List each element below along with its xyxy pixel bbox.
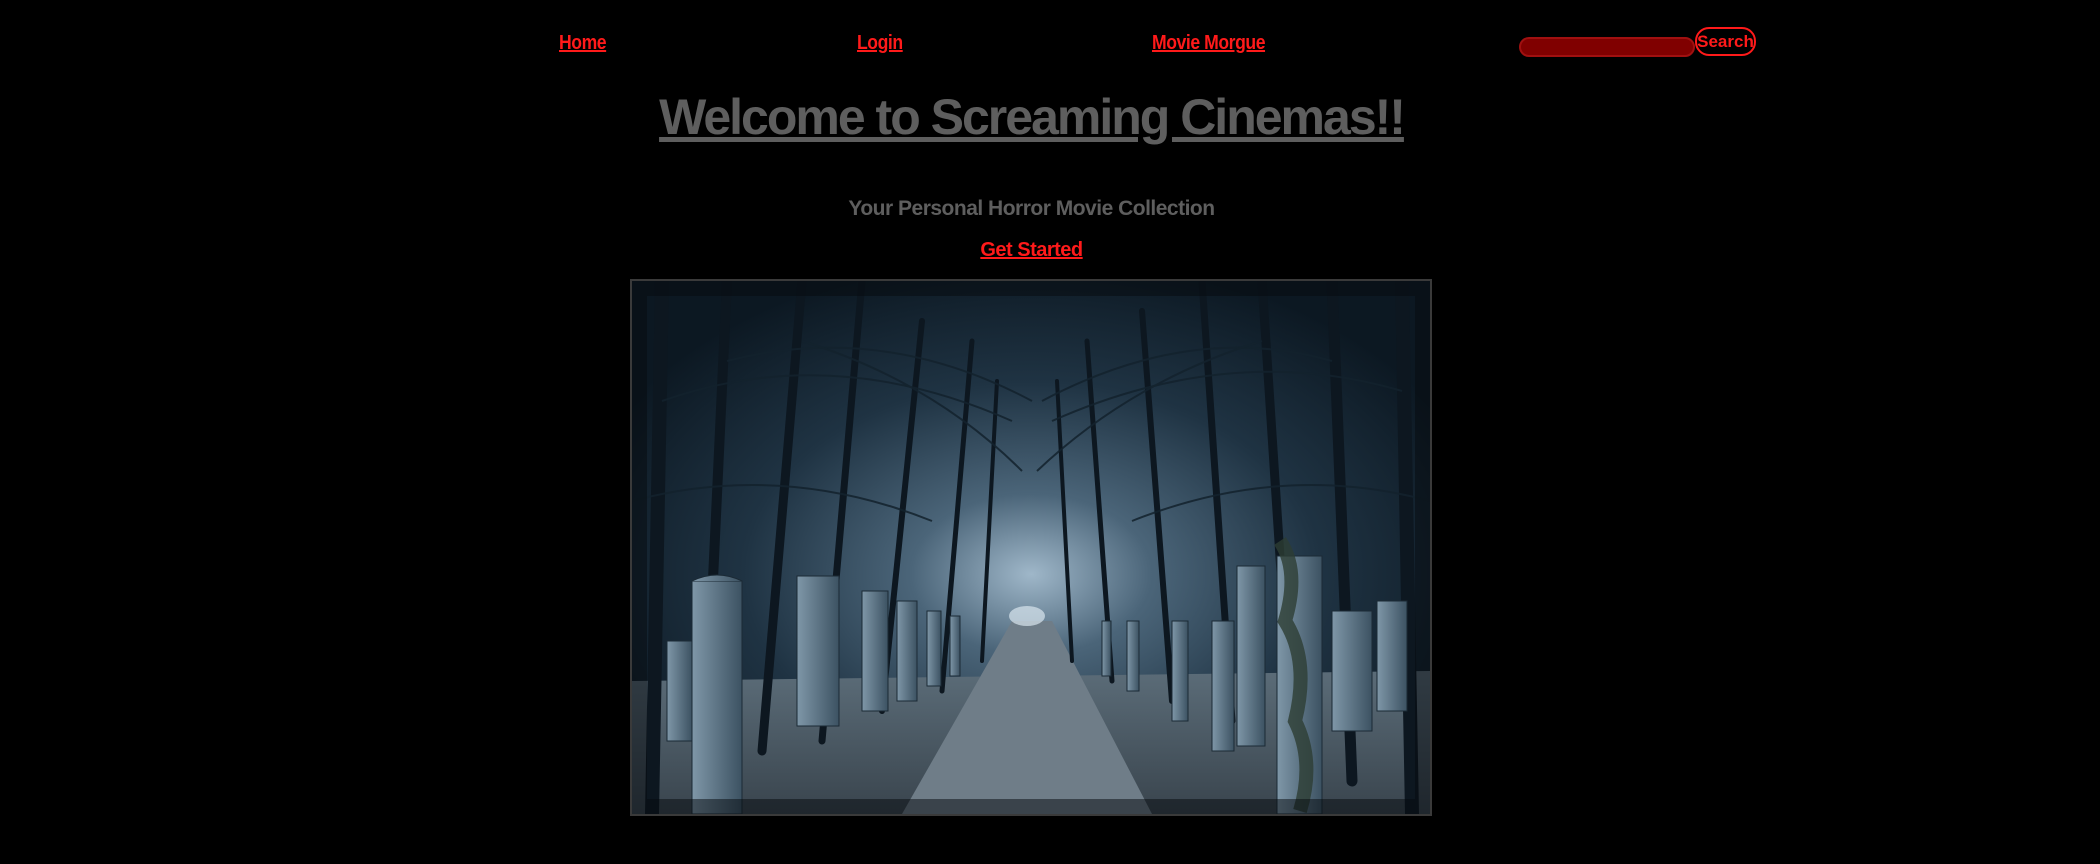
search-button[interactable]: Search bbox=[1695, 27, 1756, 56]
get-started-link[interactable]: Get Started bbox=[0, 239, 2063, 262]
page-title: Welcome to Screaming Cinemas!! bbox=[659, 89, 1406, 145]
nav-movie-morgue-link[interactable]: Movie Morgue bbox=[1152, 32, 1265, 55]
page-subtitle: Your Personal Horror Movie Collection bbox=[848, 197, 1215, 220]
nav-login-link[interactable]: Login bbox=[857, 32, 903, 55]
nav-home-link[interactable]: Home bbox=[559, 32, 607, 55]
search-input[interactable] bbox=[1519, 37, 1695, 57]
hero-cemetery-image bbox=[630, 279, 1432, 816]
